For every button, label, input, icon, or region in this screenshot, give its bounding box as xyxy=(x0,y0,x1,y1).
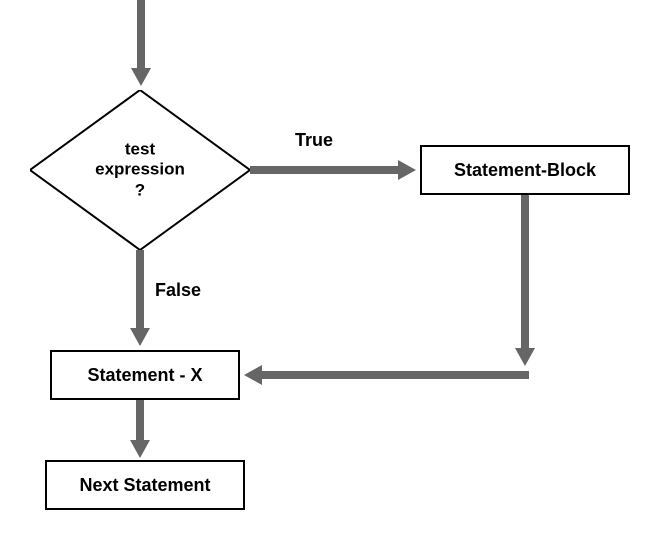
entry-arrow-line xyxy=(137,0,145,70)
block-down-arrow-head xyxy=(515,348,535,366)
decision-node: test expression ? xyxy=(30,90,250,250)
true-label: True xyxy=(295,130,333,151)
decision-text: test expression ? xyxy=(95,139,185,200)
next-statement-text: Next Statement xyxy=(79,475,210,496)
statement-block-node: Statement-Block xyxy=(420,145,630,195)
next-statement-node: Next Statement xyxy=(45,460,245,510)
decision-line2: expression xyxy=(95,160,185,180)
block-down-arrow-line xyxy=(521,195,529,350)
statement-block-text: Statement-Block xyxy=(454,160,596,181)
merge-arrow-head xyxy=(244,365,262,385)
false-label: False xyxy=(155,280,201,301)
true-arrow-head xyxy=(398,160,416,180)
false-arrow-line xyxy=(136,250,144,330)
true-arrow-line xyxy=(250,166,400,174)
flowchart-canvas: test expression ? True Statement-Block F… xyxy=(0,0,670,538)
false-arrow-head xyxy=(130,328,150,346)
statement-x-text: Statement - X xyxy=(87,365,202,386)
decision-line3: ? xyxy=(95,180,185,200)
statement-x-node: Statement - X xyxy=(50,350,240,400)
to-next-arrow-line xyxy=(136,400,144,442)
decision-line1: test xyxy=(95,139,185,159)
to-next-arrow-head xyxy=(130,440,150,458)
merge-horizontal-line xyxy=(260,371,529,379)
entry-arrow-head xyxy=(131,68,151,86)
